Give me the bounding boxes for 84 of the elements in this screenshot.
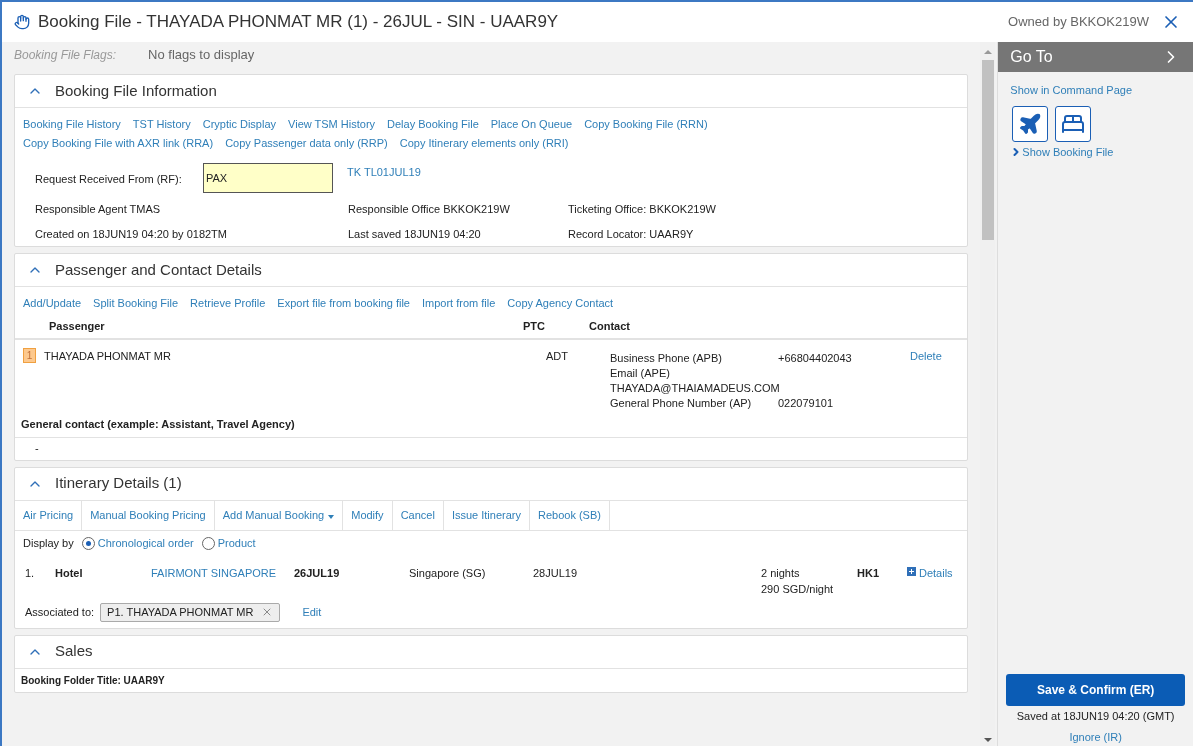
save-confirm-button[interactable]: Save & Confirm (ER) bbox=[1006, 674, 1185, 706]
caret-icon bbox=[328, 514, 335, 519]
action-link[interactable]: Retrieve Profile bbox=[190, 295, 266, 312]
action-link[interactable]: Place On Queue bbox=[490, 116, 573, 133]
action-link[interactable]: Copy Itinerary elements only (RRI) bbox=[399, 134, 569, 151]
action-link[interactable]: Copy Booking File with AXR link (RRA) bbox=[23, 134, 214, 151]
info-text: Responsible Agent TMAS bbox=[35, 202, 162, 217]
ptc-text: ADT bbox=[546, 349, 569, 364]
flags-label: Booking File Flags: bbox=[14, 47, 117, 64]
passenger-number: 1 bbox=[23, 348, 36, 363]
contact-label: THAYADA@THAIAMADEUS.COM bbox=[610, 381, 778, 395]
passenger-chip: P1. THAYADA PHONMAT MR bbox=[100, 602, 281, 622]
general-contact-value: - bbox=[34, 440, 40, 456]
associated-label: Associated to: bbox=[25, 604, 95, 620]
details-link[interactable]: Details bbox=[907, 564, 953, 603]
contact-value: +66804402043 bbox=[778, 351, 852, 365]
toolbar-button[interactable]: Modify bbox=[343, 500, 393, 530]
edit-link[interactable]: Edit bbox=[302, 603, 322, 621]
checkout-date: 28JUL19 bbox=[533, 565, 579, 581]
info-text: Last saved 18JUN19 04:20 bbox=[348, 226, 482, 242]
action-link[interactable]: Delay Booking File bbox=[387, 116, 479, 133]
ignore-link[interactable]: Ignore (IR) bbox=[998, 728, 1193, 745]
saved-text: Saved at 18JUN19 04:20 (GMT) bbox=[1015, 709, 1176, 724]
toolbar-button[interactable]: Rebook (SB) bbox=[529, 500, 610, 530]
toolbar-button[interactable]: Issue Itinerary bbox=[443, 500, 530, 530]
action-link[interactable]: Copy Booking File (RRN) bbox=[584, 116, 708, 133]
nights-text: 2 nights bbox=[761, 565, 801, 581]
toolbar-button[interactable]: Add Manual Booking bbox=[214, 500, 344, 530]
action-link[interactable]: Export file from booking file bbox=[277, 295, 410, 312]
flags-value: No flags to display bbox=[148, 46, 255, 65]
checkin-date: 26JUL19 bbox=[294, 565, 341, 581]
column-header: PTC bbox=[523, 318, 546, 334]
radio-option[interactable]: Chronological order bbox=[81, 535, 194, 552]
contact-label: Email (APE) bbox=[610, 366, 671, 380]
passenger-name: THAYADA PHONMAT MR bbox=[43, 349, 172, 364]
flight-button[interactable] bbox=[1012, 105, 1049, 142]
show-booking-file-link[interactable]: Show Booking File bbox=[998, 143, 1193, 160]
action-link[interactable]: Copy Agency Contact bbox=[507, 295, 614, 312]
action-link[interactable]: Booking File History bbox=[23, 116, 121, 133]
toolbar-button[interactable]: Manual Booking Pricing bbox=[82, 500, 215, 530]
info-text: Record Locator: UAAR9Y bbox=[568, 226, 694, 242]
goto-title: Go To bbox=[1010, 47, 1053, 67]
action-link[interactable]: Add/Update bbox=[23, 295, 82, 312]
action-link[interactable]: Copy Passenger data only (RRP) bbox=[225, 134, 388, 151]
hand-icon bbox=[14, 14, 30, 30]
hotel-button[interactable] bbox=[1055, 105, 1092, 142]
column-header: Contact bbox=[589, 318, 630, 334]
rf-input[interactable]: PAX bbox=[203, 163, 333, 193]
item-index: 1. bbox=[25, 565, 36, 581]
action-link[interactable]: Cryptic Display bbox=[202, 116, 277, 133]
folder-title: Booking Folder Title: UAAR9Y bbox=[20, 673, 166, 688]
status-code: HK1 bbox=[857, 565, 880, 581]
contact-label: General Phone Number (AP) bbox=[610, 396, 753, 410]
tk-link[interactable]: TK TL01JUL19 bbox=[347, 164, 421, 181]
delete-link[interactable]: Delete bbox=[910, 348, 942, 410]
rate-text: 290 SGD/night bbox=[761, 582, 835, 597]
window-title: Booking File - THAYADA PHONMAT MR (1) - 26JUL - SIN - UAAR9Y bbox=[38, 11, 559, 34]
action-link[interactable]: View TSM History bbox=[288, 116, 376, 133]
command-page-link[interactable]: Show in Command Page bbox=[998, 82, 1193, 99]
general-contact-label: General contact (example: Assistant, Travel Agency) bbox=[15, 416, 968, 438]
section-title: Passenger and Contact Details bbox=[55, 259, 262, 280]
plus-box-icon bbox=[907, 566, 916, 576]
section-title: Itinerary Details (1) bbox=[55, 473, 182, 494]
section-title: Booking File Information bbox=[55, 80, 217, 101]
city-text: Singapore (SG) bbox=[409, 565, 487, 581]
info-text: Responsible Office BKKOK219W bbox=[348, 202, 511, 217]
action-link[interactable]: TST History bbox=[132, 116, 191, 133]
owner-label: Owned by BKKOK219W bbox=[1008, 13, 1149, 32]
radio-option[interactable]: Product bbox=[201, 535, 256, 552]
hotel-link[interactable]: FAIRMONT SINGAPORE bbox=[151, 564, 294, 603]
rf-label: Request Received From (RF): bbox=[35, 172, 183, 187]
display-by-label: Display by bbox=[23, 536, 74, 552]
contact-value: 022079101 bbox=[778, 396, 834, 410]
contact-label: Business Phone (APB) bbox=[610, 351, 723, 365]
toolbar-button[interactable]: Air Pricing bbox=[15, 500, 83, 530]
plane-icon bbox=[1018, 111, 1043, 136]
info-text: Ticketing Office: BKKOK219W bbox=[568, 202, 716, 217]
item-type: Hotel bbox=[55, 565, 84, 581]
toolbar-button[interactable]: Cancel bbox=[392, 500, 444, 530]
section-title: Sales bbox=[55, 641, 93, 662]
action-link[interactable]: Split Booking File bbox=[93, 295, 179, 312]
action-link[interactable]: Import from file bbox=[422, 295, 496, 312]
column-header: Passenger bbox=[48, 318, 106, 334]
info-text: Created on 18JUN19 04:20 by 0182TM bbox=[35, 226, 228, 242]
